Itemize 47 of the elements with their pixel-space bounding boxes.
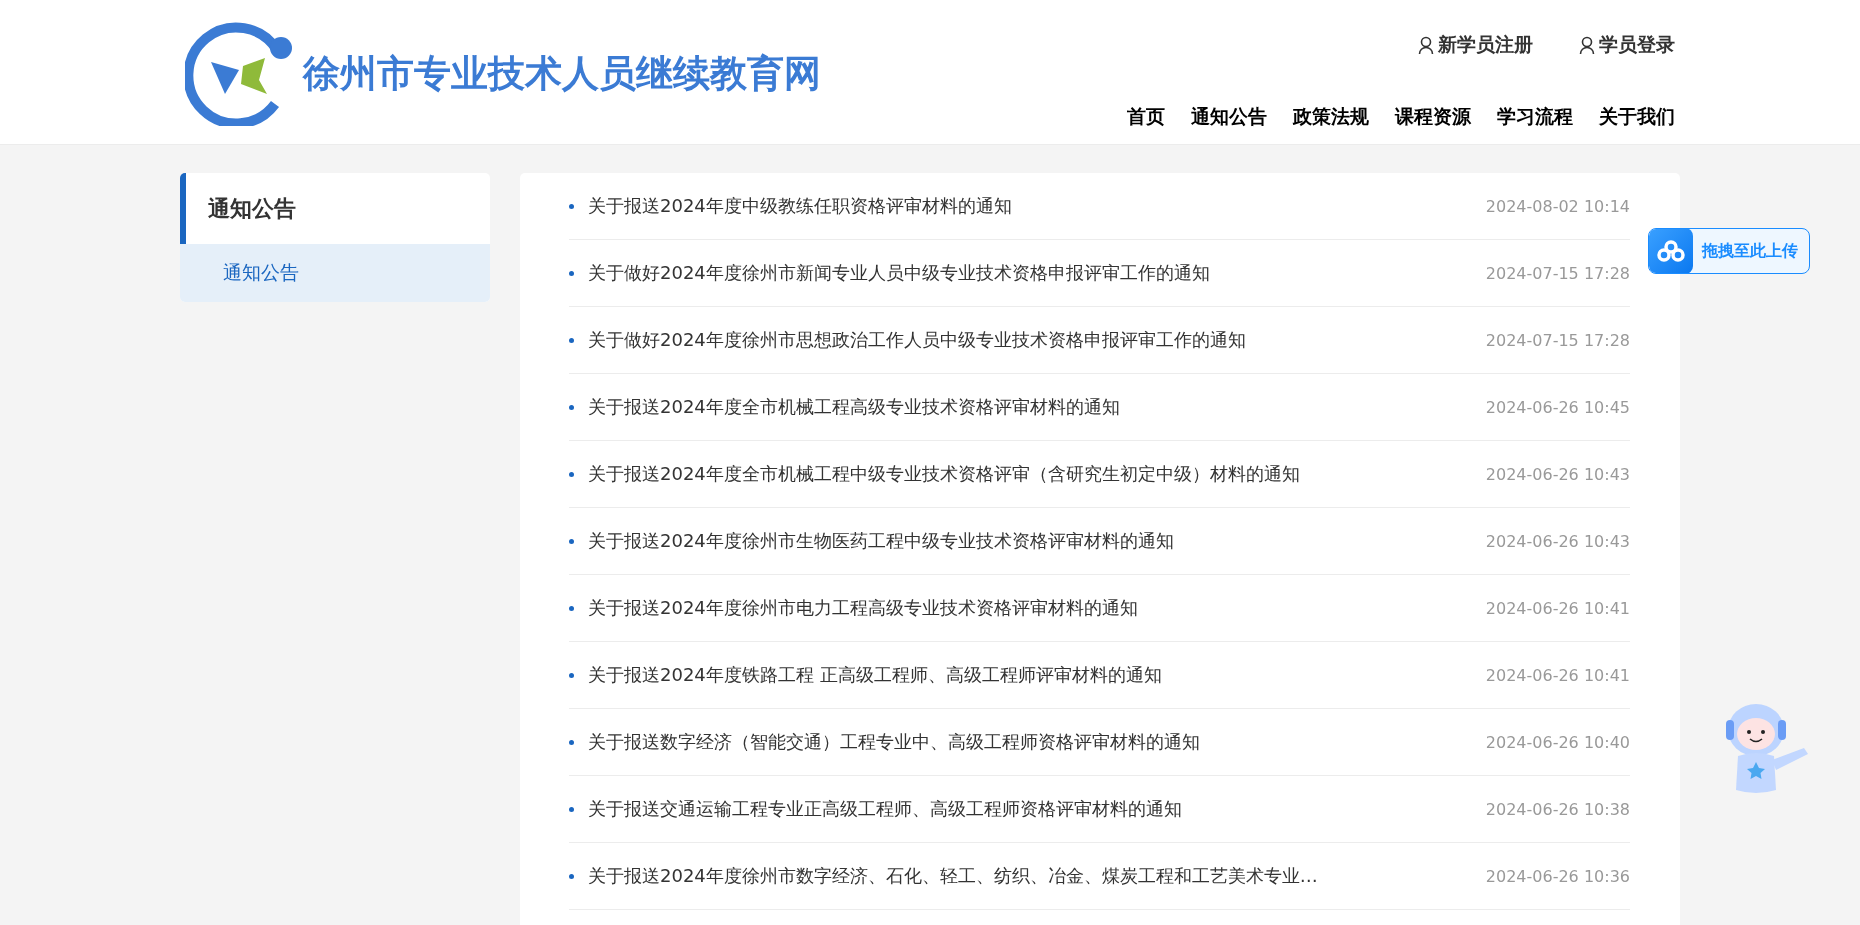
notice-link[interactable]: 关于报送2024年度全市机械工程高级专业技术资格评审材料的通知 (588, 395, 1120, 419)
notice-link[interactable]: 关于做好2024年度徐州市思想政治工作人员中级专业技术资格申报评审工作的通知 (588, 328, 1246, 352)
notice-link[interactable]: 关于报送2024年度徐州市电力工程高级专业技术资格评审材料的通知 (588, 596, 1138, 620)
logo-icon (185, 22, 295, 126)
notice-link[interactable]: 关于报送2024年度中级教练任职资格评审材料的通知 (588, 194, 1012, 218)
notice-link[interactable]: 关于报送2024年度全市机械工程中级专业技术资格评审（含研究生初定中级）材料的通知 (588, 462, 1300, 486)
bullet-icon (569, 739, 574, 745)
notice-date: 2024-06-26 10:41 (1485, 665, 1630, 685)
cloud-icon (1657, 240, 1685, 262)
notice-link[interactable]: 关于做好2024年度徐州市新闻专业人员中级专业技术资格申报评审工作的通知 (588, 261, 1210, 285)
nav-link[interactable]: 课程资源 (1395, 104, 1471, 130)
bullet-icon (569, 672, 574, 678)
nav-link[interactable]: 学习流程 (1497, 104, 1573, 130)
user-icon (1579, 35, 1595, 55)
notice-date: 2024-06-26 10:45 (1485, 397, 1630, 417)
account-link[interactable]: 学员登录 (1579, 32, 1675, 58)
notice-date: 2024-08-02 10:14 (1485, 196, 1630, 216)
sidebar-item[interactable]: 通知公告 (180, 244, 490, 302)
notice-link[interactable]: 关于报送2024年度铁路工程 正高级工程师、高级工程师评审材料的通知 (588, 663, 1162, 687)
notice-link[interactable]: 关于报送2024年度徐州市生物医药工程中级专业技术资格评审材料的通知 (588, 529, 1174, 553)
nav-link[interactable]: 政策法规 (1293, 104, 1369, 130)
bullet-icon (569, 270, 574, 276)
notice-link[interactable]: 关于报送数字经济（智能交通）工程专业中、高级工程师资格评审材料的通知 (588, 730, 1200, 754)
bullet-icon (569, 806, 574, 812)
notice-date: 2024-06-26 10:40 (1485, 732, 1630, 752)
notice-date: 2024-07-15 17:28 (1485, 263, 1630, 283)
site-title: 徐州市专业技术人员继续教育网 (303, 51, 821, 97)
account-link[interactable]: 新学员注册 (1418, 32, 1533, 58)
bullet-icon (569, 605, 574, 611)
notice-date: 2024-06-26 10:43 (1485, 464, 1630, 484)
user-icon (1418, 35, 1434, 55)
bullet-icon (569, 471, 574, 477)
bullet-icon (569, 337, 574, 343)
nav-link[interactable]: 关于我们 (1599, 104, 1675, 130)
bullet-icon (569, 873, 574, 879)
notice-link[interactable]: 关于报送2024年度徐州市数字经济、石化、轻工、纺织、冶金、煤炭工程和工艺美术专业… (588, 864, 1318, 888)
notice-link[interactable]: 关于报送交通运输工程专业正高级工程师、高级工程师资格评审材料的通知 (588, 797, 1182, 821)
notice-date: 2024-06-26 10:41 (1485, 598, 1630, 618)
bullet-icon (569, 203, 574, 209)
nav-link[interactable]: 通知公告 (1191, 104, 1267, 130)
bullet-icon (569, 404, 574, 410)
notice-date: 2024-06-26 10:43 (1485, 531, 1630, 551)
notice-date: 2024-06-26 10:36 (1485, 866, 1630, 886)
notice-date: 2024-06-26 10:38 (1485, 799, 1630, 819)
notice-date: 2024-07-15 17:28 (1485, 330, 1630, 350)
nav-link[interactable]: 首页 (1127, 104, 1165, 130)
bullet-icon (569, 538, 574, 544)
